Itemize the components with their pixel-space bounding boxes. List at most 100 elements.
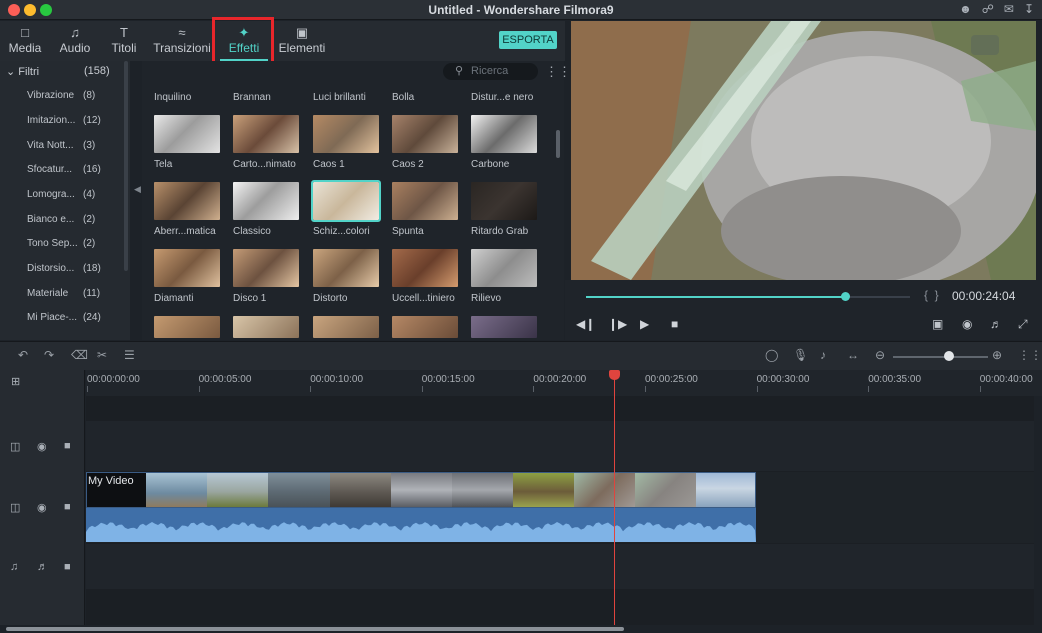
effect-thumbnail-schizzi-colori[interactable]	[311, 180, 381, 222]
effect-thumbnail[interactable]	[392, 316, 458, 338]
skip-back-icon[interactable]: ◀❙	[576, 317, 595, 331]
effect-thumbnail-uccello-canterino[interactable]	[392, 249, 458, 287]
effect-label[interactable]: Tela	[154, 159, 172, 170]
effect-thumbnail[interactable]	[313, 316, 379, 338]
effect-label[interactable]: Uccell...tiniero	[392, 293, 455, 304]
volume-icon[interactable]: ♬	[990, 317, 1002, 331]
add-track-icon[interactable]: ⊞	[11, 375, 20, 388]
effect-label[interactable]: Diamanti	[154, 293, 193, 304]
tab-titoli[interactable]: T Titoli	[108, 21, 140, 61]
effect-label[interactable]: Aberr...matica	[154, 226, 216, 237]
zoom-out-icon[interactable]: ⊖	[875, 348, 885, 362]
effect-thumbnail[interactable]	[154, 316, 220, 338]
effect-label[interactable]: Caos 1	[313, 159, 345, 170]
effect-thumbnail-spunta[interactable]	[392, 182, 458, 220]
scroll-thumb[interactable]	[6, 627, 624, 631]
fullscreen-icon[interactable]: ⤢	[1018, 317, 1028, 332]
audio-mixer-icon[interactable]: ♪	[820, 348, 826, 362]
sidebar-item-sfocatura[interactable]: Sfocatur... (16)	[27, 164, 127, 175]
fit-timeline-icon[interactable]: ↔	[847, 348, 859, 362]
cart-icon[interactable]: ☍	[982, 2, 994, 16]
lock-icon[interactable]: ■	[64, 501, 71, 513]
effect-label[interactable]: Carbone	[471, 159, 509, 170]
search-input[interactable]: ⚲ Ricerca	[443, 63, 538, 80]
export-button[interactable]: ESPORTA	[499, 31, 557, 49]
display-settings-icon[interactable]: ▣	[932, 317, 943, 331]
effects-scrollbar[interactable]	[556, 130, 560, 158]
sidebar-item-imitazione[interactable]: Imitazion... (12)	[27, 115, 127, 126]
adjust-icon[interactable]: ☰	[124, 348, 135, 362]
mark-in-out-icon[interactable]: { }	[924, 288, 939, 302]
video-track-1[interactable]	[86, 421, 1034, 471]
effect-thumbnail-caos-1[interactable]	[313, 115, 379, 153]
zoom-slider-track[interactable]	[893, 356, 988, 358]
tab-transizioni[interactable]: ≈ Transizioni	[153, 21, 211, 61]
effect-label[interactable]: Inquilino	[154, 92, 191, 103]
lock-icon[interactable]: ■	[64, 561, 71, 573]
marker-icon[interactable]: ◯	[765, 348, 778, 362]
eye-icon[interactable]: ◉	[37, 440, 47, 453]
sidebar-item-tono-seppia[interactable]: Tono Sep... (2)	[27, 238, 127, 249]
effect-thumbnail-carbone[interactable]	[471, 115, 537, 153]
sidebar-scrollbar[interactable]	[124, 61, 128, 271]
timeline-horizontal-scroll[interactable]	[0, 626, 1042, 633]
timeline-vertical-scroll[interactable]	[1034, 396, 1042, 625]
delete-icon[interactable]: ⌫	[71, 348, 88, 362]
effect-label[interactable]: Spunta	[392, 226, 424, 237]
effect-thumbnail[interactable]	[471, 316, 537, 338]
effect-label[interactable]: Distorto	[313, 293, 347, 304]
effect-thumbnail-cartone[interactable]	[233, 115, 299, 153]
effect-thumbnail-diamanti[interactable]	[154, 249, 220, 287]
effect-label[interactable]: Carto...nimato	[233, 159, 296, 170]
zoom-slider-handle[interactable]	[944, 351, 954, 361]
lock-icon[interactable]: ■	[64, 440, 71, 452]
speaker-icon[interactable]: ♬	[37, 561, 48, 573]
sidebar-header-filtri[interactable]: ⌄ Filtri (158)	[6, 65, 110, 78]
playhead-line[interactable]	[614, 370, 615, 625]
sidebar-item-lomografia[interactable]: Lomogra... (4)	[27, 189, 127, 200]
effect-label[interactable]: Classico	[233, 226, 271, 237]
effect-label[interactable]: Schiz...colori	[313, 226, 370, 237]
cut-icon[interactable]: ✂	[97, 348, 107, 362]
effect-label[interactable]: Ritardo Grab	[471, 226, 528, 237]
effect-label[interactable]: Bolla	[392, 92, 414, 103]
snapshot-camera-icon[interactable]: ◉	[962, 317, 972, 331]
effect-thumbnail-ritardo-grab[interactable]	[471, 182, 537, 220]
redo-icon[interactable]: ↷	[44, 348, 54, 362]
step-frame-icon[interactable]: ❙▶	[608, 317, 627, 331]
effect-label[interactable]: Rilievo	[471, 293, 501, 304]
account-icon[interactable]: ☻	[959, 2, 972, 16]
microphone-icon[interactable]: 🎙	[793, 348, 808, 362]
stop-icon[interactable]: ■	[671, 317, 678, 331]
audio-track-1[interactable]	[86, 544, 1034, 589]
sidebar-item-bianco-e-nero[interactable]: Bianco e... (2)	[27, 214, 127, 225]
effect-thumbnail-aberrazione[interactable]	[154, 182, 220, 220]
effect-thumbnail[interactable]	[233, 316, 299, 338]
tab-elementi[interactable]: ▣ Elementi	[278, 21, 326, 61]
effect-thumbnail-disco-1[interactable]	[233, 249, 299, 287]
tab-audio[interactable]: ♫ Audio	[58, 21, 92, 61]
sidebar-item-mi-piace[interactable]: Mi Piace-... (24)	[27, 312, 127, 323]
effect-label[interactable]: Caos 2	[392, 159, 424, 170]
effect-label[interactable]: Luci brillanti	[313, 92, 366, 103]
sidebar-item-vita-notturna[interactable]: Vita Nott... (3)	[27, 140, 127, 151]
tab-media[interactable]: □ Media	[8, 21, 42, 61]
effect-thumbnail-rilievo[interactable]	[471, 249, 537, 287]
effect-thumbnail-distorto[interactable]	[313, 249, 379, 287]
zoom-in-icon[interactable]: ⊕	[992, 348, 1002, 362]
collapse-sidebar-icon[interactable]: ◀	[134, 184, 141, 195]
eye-icon[interactable]: ◉	[37, 501, 47, 514]
effect-thumbnail-classico[interactable]	[233, 182, 299, 220]
sidebar-item-distorsione[interactable]: Distorsio... (18)	[27, 263, 127, 274]
effect-label[interactable]: Brannan	[233, 92, 271, 103]
effect-thumbnail-caos-2[interactable]	[392, 115, 458, 153]
effect-label[interactable]: Disco 1	[233, 293, 266, 304]
play-icon[interactable]: ▶	[640, 317, 649, 331]
panel-handle-icon[interactable]: ⋮⋮	[1018, 348, 1042, 362]
effect-label[interactable]: Distur...e nero	[471, 92, 533, 103]
playhead-handle[interactable]	[609, 370, 620, 380]
audio-waveform-clip[interactable]	[86, 508, 756, 542]
undo-icon[interactable]: ↶	[18, 348, 28, 362]
download-icon[interactable]: ↧	[1024, 2, 1034, 16]
sidebar-item-vibrazione[interactable]: Vibrazione (8)	[27, 90, 127, 101]
